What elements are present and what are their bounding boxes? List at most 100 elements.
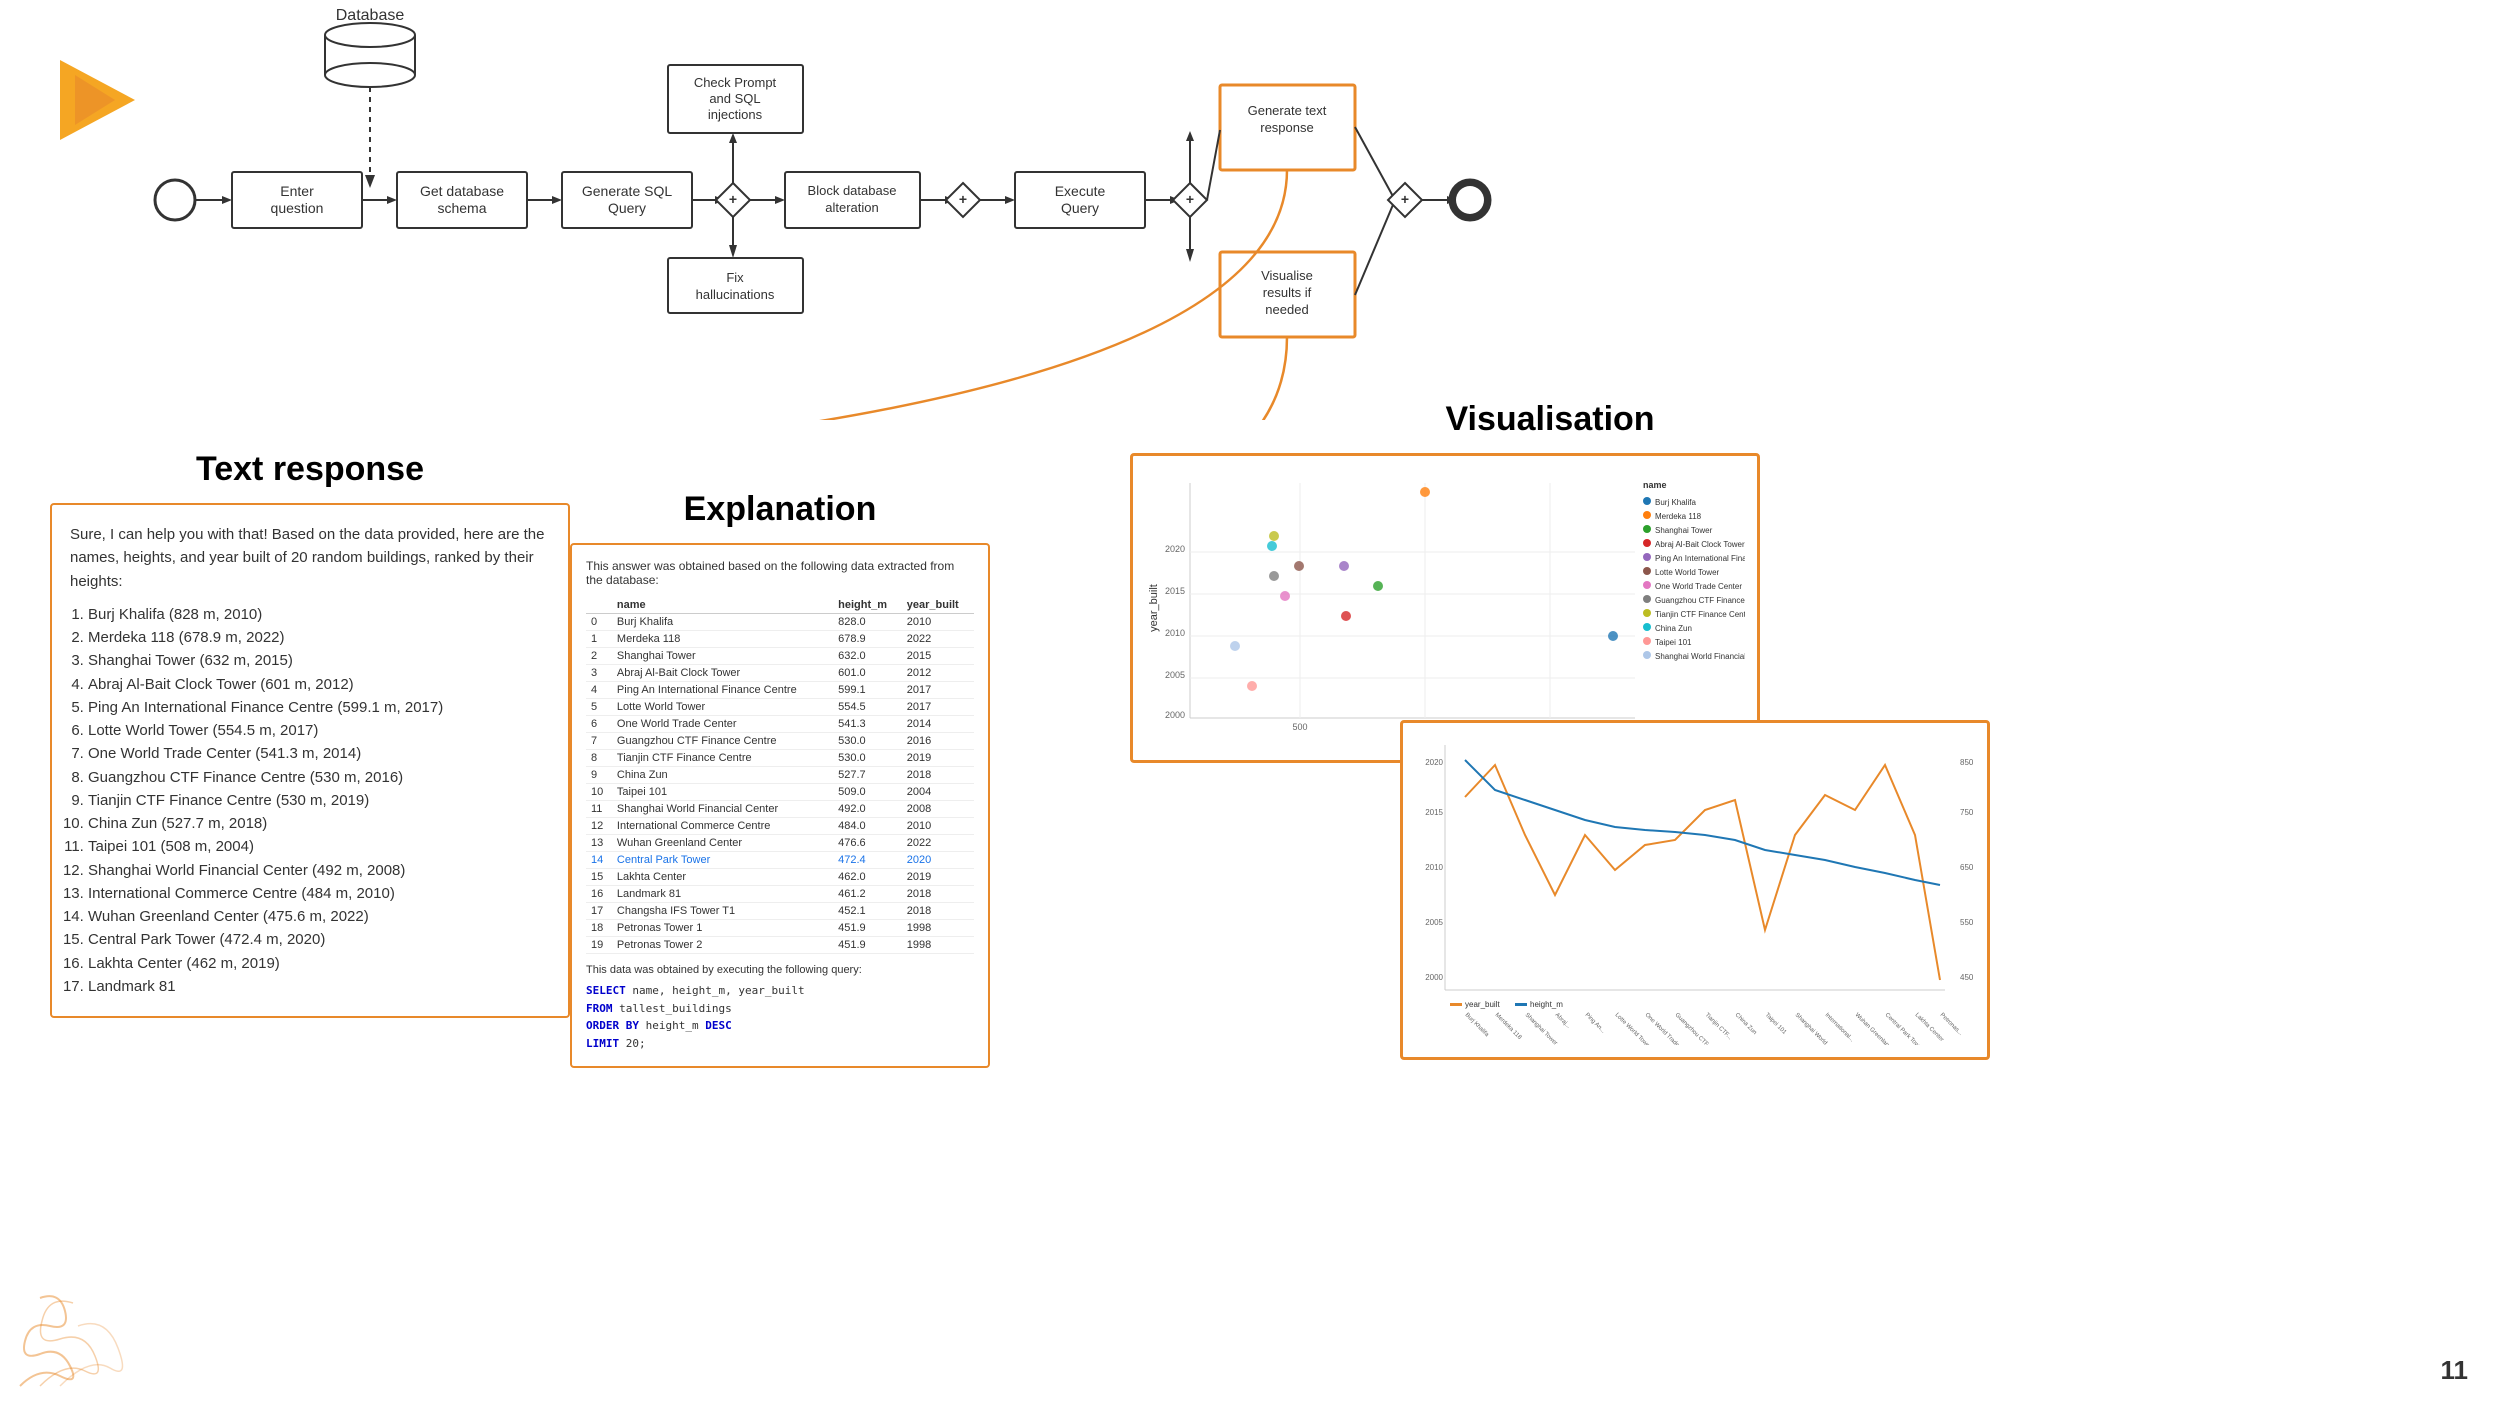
- list-item: One World Trade Center (541.3 m, 2014): [88, 742, 550, 765]
- svg-text:Get database: Get database: [420, 183, 504, 199]
- svg-text:Guangzhou CTF Finance Centre: Guangzhou CTF Finance Centre: [1655, 596, 1745, 605]
- svg-text:+: +: [729, 191, 737, 207]
- col-height: height_m: [833, 597, 902, 614]
- svg-text:650: 650: [1960, 863, 1974, 872]
- visualisation-title: Visualisation: [1250, 400, 1850, 439]
- line-chart-box: 2020 2015 2010 2005 2000 850 750 650 550…: [1400, 720, 1990, 1060]
- list-item: Merdeka 118 (678.9 m, 2022): [88, 626, 550, 649]
- svg-text:injections: injections: [708, 107, 763, 122]
- svg-text:and SQL: and SQL: [709, 91, 760, 106]
- col-index: [586, 597, 612, 614]
- explanation-section: Explanation This answer was obtained bas…: [570, 490, 990, 1068]
- page-number: 11: [2441, 1355, 2469, 1386]
- svg-text:2015: 2015: [1425, 808, 1443, 817]
- svg-text:+: +: [1186, 191, 1194, 207]
- table-row: 15Lakhta Center462.02019: [586, 869, 974, 886]
- table-row: 6One World Trade Center541.32014: [586, 716, 974, 733]
- list-item: Taipei 101 (508 m, 2004): [88, 835, 550, 858]
- table-row: 7Guangzhou CTF Finance Centre530.02016: [586, 733, 974, 750]
- svg-text:Generate text: Generate text: [1248, 103, 1327, 118]
- svg-text:Tianjin CTF Finance Centre: Tianjin CTF Finance Centre: [1655, 610, 1745, 619]
- svg-text:Check Prompt: Check Prompt: [694, 75, 777, 90]
- table-row: 17Changsha IFS Tower T1452.12018: [586, 903, 974, 920]
- svg-text:needed: needed: [1265, 302, 1308, 317]
- table-row: 16Landmark 81461.22018: [586, 886, 974, 903]
- svg-text:Ping An International Finance.: Ping An International Finance...: [1655, 554, 1745, 563]
- svg-text:alteration: alteration: [825, 200, 878, 215]
- list-item: Lakhta Center (462 m, 2019): [88, 952, 550, 975]
- list-item: Abraj Al-Bait Clock Tower (601 m, 2012): [88, 673, 550, 696]
- table-row: 2Shanghai Tower632.02015: [586, 648, 974, 665]
- line-chart: 2020 2015 2010 2005 2000 850 750 650 550…: [1415, 735, 1975, 1045]
- list-item: China Zun (527.7 m, 2018): [88, 812, 550, 835]
- svg-text:Execute: Execute: [1055, 183, 1106, 199]
- svg-text:550: 550: [1960, 918, 1974, 927]
- svg-text:schema: schema: [437, 200, 486, 216]
- text-response-title: Text response: [50, 450, 570, 489]
- svg-text:850: 850: [1960, 758, 1974, 767]
- explanation-table: name height_m year_built 0Burj Khalifa82…: [586, 597, 974, 954]
- list-item: Tianjin CTF Finance Centre (530 m, 2019): [88, 789, 550, 812]
- svg-text:Query: Query: [608, 200, 646, 216]
- svg-text:year_built: year_built: [1148, 584, 1160, 632]
- list-item: International Commerce Centre (484 m, 20…: [88, 882, 550, 905]
- svg-text:Query: Query: [1061, 200, 1099, 216]
- svg-text:Burj Khalifa: Burj Khalifa: [1655, 498, 1696, 507]
- svg-text:+: +: [959, 191, 967, 207]
- explanation-box: This answer was obtained based on the fo…: [570, 543, 990, 1068]
- svg-text:2020: 2020: [1425, 758, 1443, 767]
- explanation-intro: This answer was obtained based on the fo…: [586, 559, 974, 587]
- text-response-box: Sure, I can help you with that! Based on…: [50, 503, 570, 1018]
- svg-text:Lotte World Tower: Lotte World Tower: [1655, 568, 1720, 577]
- svg-text:Petronas...: Petronas...: [1939, 1012, 1964, 1037]
- svg-text:+: +: [1401, 191, 1409, 207]
- list-item: Shanghai World Financial Center (492 m, …: [88, 859, 550, 882]
- text-response-intro: Sure, I can help you with that! Based on…: [70, 523, 550, 593]
- list-item: Lotte World Tower (554.5 m, 2017): [88, 719, 550, 742]
- svg-text:Generate SQL: Generate SQL: [582, 183, 672, 199]
- svg-text:International...: International...: [1824, 1012, 1855, 1043]
- list-item: Shanghai Tower (632 m, 2015): [88, 649, 550, 672]
- svg-text:question: question: [271, 200, 324, 216]
- table-row: 13Wuhan Greenland Center476.62022: [586, 835, 974, 852]
- visualisation-section: Visualisation year_built height_m 2000 2…: [1050, 400, 1850, 763]
- table-row: 14Central Park Tower472.42020: [586, 852, 974, 869]
- scatter-plot-box: year_built height_m 2000 2005 2010 2015 …: [1130, 453, 1760, 763]
- svg-text:Visualise: Visualise: [1261, 268, 1313, 283]
- svg-text:2010: 2010: [1425, 863, 1443, 872]
- spiral-decoration: [0, 1206, 220, 1406]
- table-row: 12International Commerce Centre484.02010: [586, 818, 974, 835]
- table-row: 0Burj Khalifa828.02010: [586, 614, 974, 631]
- svg-text:response: response: [1260, 120, 1313, 135]
- list-item: Ping An International Finance Centre (59…: [88, 696, 550, 719]
- table-row: 3Abraj Al-Bait Clock Tower601.02012: [586, 665, 974, 682]
- svg-text:hallucinations: hallucinations: [696, 287, 775, 302]
- svg-text:Abraj...: Abraj...: [1554, 1012, 1572, 1030]
- svg-text:Shanghai Tower: Shanghai Tower: [1524, 1012, 1559, 1045]
- text-response-section: Text response Sure, I can help you with …: [50, 450, 570, 1018]
- flowchart-diagram: Database Enter question Get database sch…: [0, 0, 2498, 420]
- svg-text:Merdeka 118: Merdeka 118: [1655, 512, 1702, 521]
- svg-text:One World Trade Center: One World Trade Center: [1655, 582, 1742, 591]
- svg-text:Taipei 101: Taipei 101: [1655, 638, 1692, 647]
- svg-text:Database: Database: [336, 7, 405, 24]
- svg-text:Shanghai Tower: Shanghai Tower: [1655, 526, 1713, 535]
- table-row: 1Merdeka 118678.92022: [586, 631, 974, 648]
- svg-text:Fix: Fix: [726, 270, 744, 285]
- table-row: 8Tianjin CTF Finance Centre530.02019: [586, 750, 974, 767]
- svg-text:Enter: Enter: [280, 183, 314, 199]
- svg-text:2020: 2020: [1165, 544, 1185, 554]
- svg-text:450: 450: [1960, 973, 1974, 982]
- svg-text:2000: 2000: [1165, 710, 1185, 720]
- list-item: Landmark 81: [88, 975, 550, 998]
- svg-text:Block database: Block database: [808, 183, 897, 198]
- list-item: Central Park Tower (472.4 m, 2020): [88, 928, 550, 951]
- svg-text:500: 500: [1292, 722, 1307, 732]
- svg-text:Ping An...: Ping An...: [1584, 1012, 1607, 1035]
- col-name: name: [612, 597, 833, 614]
- table-row: 19Petronas Tower 2451.91998: [586, 937, 974, 954]
- svg-text:Burj Khalifa: Burj Khalifa: [1464, 1012, 1490, 1038]
- svg-text:2005: 2005: [1165, 670, 1185, 680]
- sql-code-block: SELECT name, height_m, year_built FROM t…: [586, 982, 974, 1052]
- svg-text:750: 750: [1960, 808, 1974, 817]
